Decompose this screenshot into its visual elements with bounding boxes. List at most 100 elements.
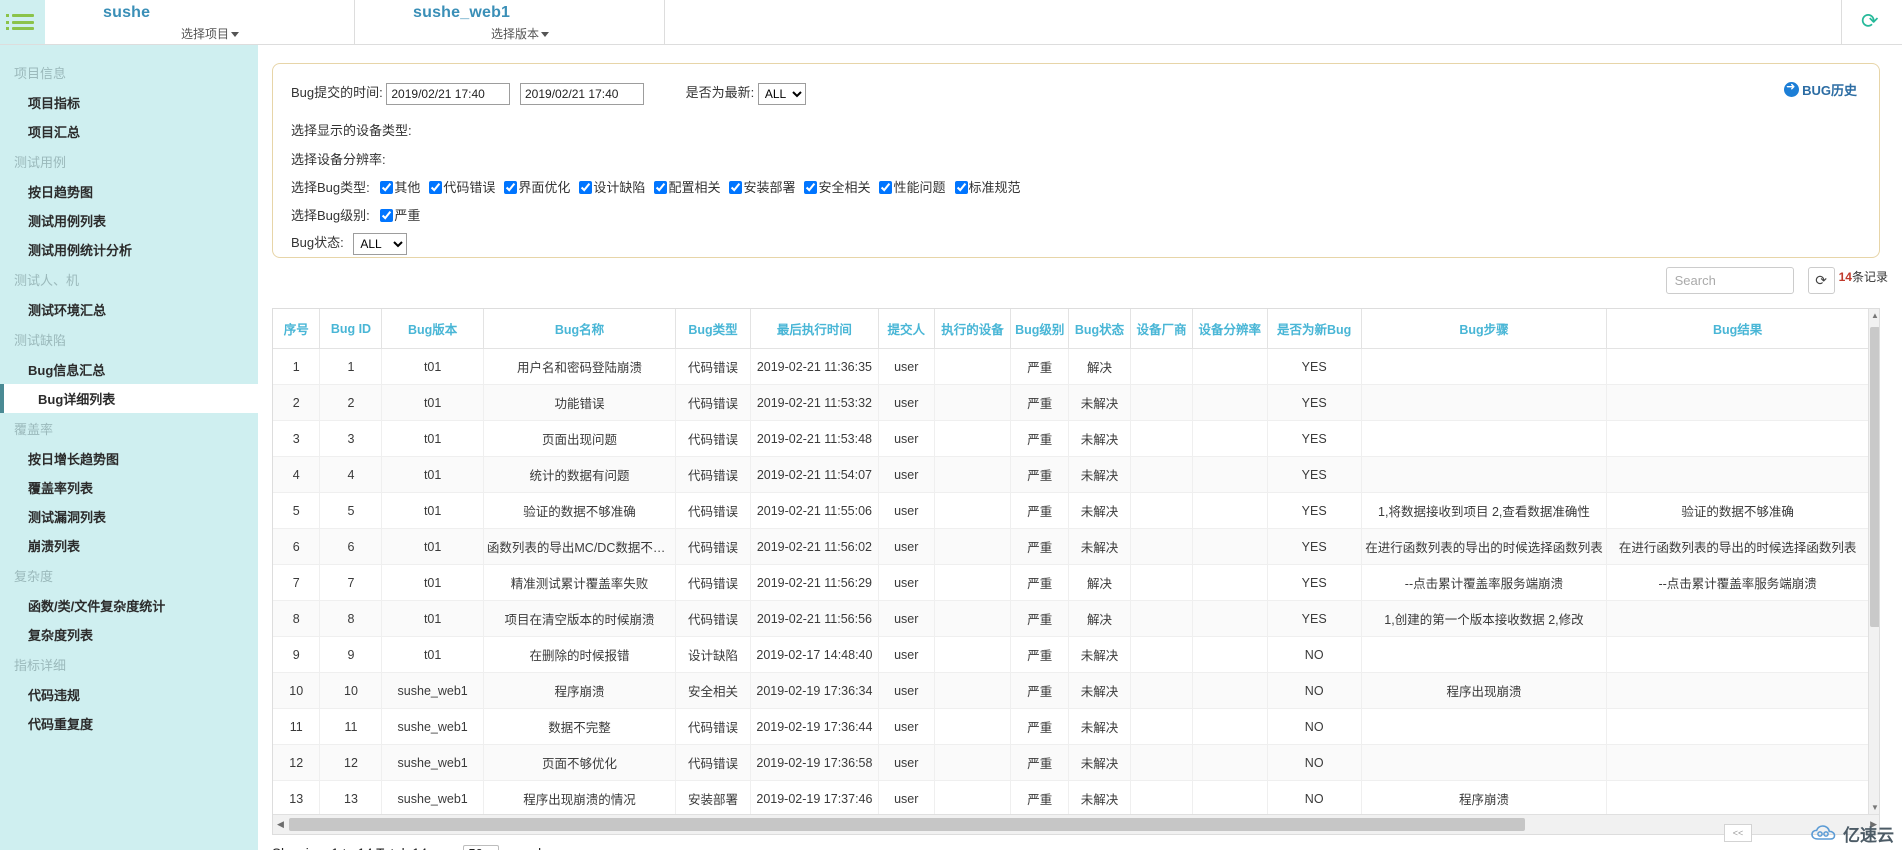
bug-type-0[interactable]: 其他 <box>380 177 420 196</box>
cell-1-4: 代码错误 <box>675 384 751 421</box>
table-horizontal-scrollbar[interactable]: ◀ ▶ <box>273 814 1879 834</box>
sidebar-item-6-0[interactable]: 代码违规 <box>0 680 258 709</box>
is-latest-select[interactable]: ALL <box>757 82 806 105</box>
bug-type-checkbox-1[interactable] <box>429 181 443 194</box>
column-header-4[interactable]: Bug类型 <box>675 309 751 349</box>
sidebar-item-4-1[interactable]: 覆盖率列表 <box>0 473 258 502</box>
table-row[interactable]: 6 6 t01 函数列表的导出MC/DC数据不正确 代码错误 2019-02-21 11:… <box>273 528 1869 565</box>
table-row[interactable]: 5 5 t01 验证的数据不够准确 代码错误 2019-02-21 11:55:06 use… <box>273 492 1869 529</box>
bug-type-checkbox-3[interactable] <box>579 181 593 194</box>
sidebar-item-4-0[interactable]: 按日增长趋势图 <box>0 444 258 473</box>
cell-9-3: 程序崩溃 <box>483 672 677 709</box>
column-header-9[interactable]: Bug状态 <box>1068 309 1131 349</box>
column-header-12[interactable]: 是否为新Bug <box>1267 309 1362 349</box>
column-header-3[interactable]: Bug名称 <box>483 309 677 349</box>
bug-type-8[interactable]: 标准规范 <box>954 177 1021 196</box>
cell-6-6: user <box>878 564 935 601</box>
sidebar-item-5-0[interactable]: 函数/类/文件复杂度统计 <box>0 591 258 620</box>
cell-8-11 <box>1192 636 1268 673</box>
bug-type-5[interactable]: 安装部署 <box>729 177 795 196</box>
bug-type-7[interactable]: 性能问题 <box>879 177 946 196</box>
column-header-8[interactable]: Bug级别 <box>1010 309 1070 349</box>
sidebar-item-4-3[interactable]: 崩溃列表 <box>0 531 258 560</box>
project-selector[interactable]: sushe 选择项目 <box>45 0 355 44</box>
sidebar-item-4-2[interactable]: 测试漏洞列表 <box>0 502 258 531</box>
horizontal-scroll-thumb[interactable] <box>289 818 1525 831</box>
column-header-5[interactable]: 最后执行时间 <box>750 309 879 349</box>
chat-toggle-button[interactable]: << <box>1724 824 1752 842</box>
sidebar-item-3-1[interactable]: Bug详细列表 <box>0 384 258 413</box>
hamburger-menu-button[interactable] <box>0 0 45 44</box>
cell-3-10 <box>1130 456 1193 493</box>
date-to-input[interactable] <box>520 82 644 105</box>
table-row[interactable]: 8 8 t01 项目在清空版本的时候崩溃 代码错误 2019-02-21 11:56:56… <box>273 600 1869 637</box>
bug-type-6[interactable]: 安全相关 <box>804 177 870 196</box>
column-header-14[interactable]: Bug结果 <box>1606 309 1869 349</box>
page-size-selector[interactable]: 50 <box>463 845 499 850</box>
version-selector[interactable]: sushe_web1 选择版本 <box>355 0 665 44</box>
table-row[interactable]: 10 10 sushe_web1 程序崩溃 安全相关 2019-02-19 17:36:3… <box>273 672 1869 709</box>
table-row[interactable]: 2 2 t01 功能错误 代码错误 2019-02-21 11:53:32 user 严重 未解… <box>273 384 1869 421</box>
column-header-10[interactable]: 设备厂商 <box>1130 309 1193 349</box>
bug-type-checkbox-8[interactable] <box>954 181 968 194</box>
cell-11-13 <box>1361 744 1608 781</box>
sidebar-item-0-1[interactable]: 项目汇总 <box>0 117 258 146</box>
bug-history-link[interactable]: BUG历史 <box>1784 80 1857 99</box>
cell-3-0: 4 <box>273 456 321 493</box>
cell-12-6: user <box>878 780 935 814</box>
table-row[interactable]: 11 11 sushe_web1 数据不完整 代码错误 2019-02-19 17:36:… <box>273 708 1869 745</box>
bug-type-2[interactable]: 界面优化 <box>504 177 570 196</box>
project-selector-label: 选择项目 <box>181 25 240 42</box>
column-header-1[interactable]: Bug ID <box>319 309 383 349</box>
sidebar-item-6-1[interactable]: 代码重复度 <box>0 709 258 738</box>
refresh-icon: ⟳ <box>1815 272 1827 288</box>
date-from-input[interactable] <box>386 82 511 105</box>
bug-type-4[interactable]: 配置相关 <box>654 177 720 196</box>
cell-0-11 <box>1192 348 1268 385</box>
column-header-0[interactable]: 序号 <box>273 309 321 349</box>
bug-type-3[interactable]: 设计缺陷 <box>579 177 645 196</box>
column-header-11[interactable]: 设备分辨率 <box>1192 309 1268 349</box>
bug-type-label-7: 性能问题 <box>893 180 946 195</box>
filter-row-bug-level: 选择Bug级别: 严重 <box>291 205 429 224</box>
column-header-7[interactable]: 执行的设备 <box>934 309 1012 349</box>
table-vertical-scrollbar[interactable]: ▲ ▼ <box>1868 309 1879 814</box>
vertical-scroll-thumb[interactable] <box>1870 327 1879 627</box>
table-row[interactable]: 1 1 t01 用户名和密码登陆崩溃 代码错误 2019-02-21 11:36:35 us… <box>273 348 1869 385</box>
table-refresh-button[interactable]: ⟳ <box>1807 267 1835 294</box>
sidebar-item-3-0[interactable]: Bug信息汇总 <box>0 355 258 384</box>
bug-level-checkbox-0[interactable] <box>380 209 394 222</box>
column-header-13[interactable]: Bug步骤 <box>1361 309 1608 349</box>
sidebar-item-0-0[interactable]: 项目指标 <box>0 88 258 117</box>
bug-type-1[interactable]: 代码错误 <box>429 177 495 196</box>
table-row[interactable]: 13 13 sushe_web1 程序出现崩溃的情况 安装部署 2019-02-19 17… <box>273 780 1869 814</box>
sidebar-item-1-0[interactable]: 按日趋势图 <box>0 177 258 206</box>
column-header-6[interactable]: 提交人 <box>878 309 935 349</box>
sidebar-item-2-0[interactable]: 测试环境汇总 <box>0 295 258 324</box>
bug-type-checkbox-5[interactable] <box>729 181 743 194</box>
table-row[interactable]: 7 7 t01 精准测试累计覆盖率失败 代码错误 2019-02-21 11:56:29 u… <box>273 564 1869 601</box>
table-row[interactable]: 12 12 sushe_web1 页面不够优化 代码错误 2019-02-19 17:36… <box>273 744 1869 781</box>
column-header-2[interactable]: Bug版本 <box>381 309 484 349</box>
bug-type-checkbox-6[interactable] <box>804 181 818 194</box>
bug-type-checkbox-2[interactable] <box>504 181 518 194</box>
sidebar-item-5-1[interactable]: 复杂度列表 <box>0 620 258 649</box>
bug-type-checkbox-0[interactable] <box>380 181 394 194</box>
sidebar-item-1-1[interactable]: 测试用例列表 <box>0 206 258 235</box>
cell-2-1: 3 <box>319 420 383 457</box>
bug-level-0[interactable]: 严重 <box>380 205 420 224</box>
search-input[interactable] <box>1665 267 1794 294</box>
table-row[interactable]: 3 3 t01 页面出现问题 代码错误 2019-02-21 11:53:48 user 严重… <box>273 420 1869 457</box>
bug-type-checkbox-4[interactable] <box>654 181 668 194</box>
table-row[interactable]: 9 9 t01 在删除的时候报错 设计缺陷 2019-02-17 14:48:40 user… <box>273 636 1869 673</box>
bug-status-label: Bug状态: <box>291 235 344 250</box>
table-row[interactable]: 4 4 t01 统计的数据有问题 代码错误 2019-02-21 11:54:07 user… <box>273 456 1869 493</box>
cell-9-10 <box>1130 672 1193 709</box>
topbar-refresh-button[interactable]: ⟳ <box>1842 0 1902 44</box>
sidebar-item-1-2[interactable]: 测试用例统计分析 <box>0 235 258 264</box>
cell-9-0: 10 <box>273 672 321 709</box>
bug-table-scroll[interactable]: 序号 Bug ID Bug版本 Bug名称 Bug类型 最后执行时间 提交人 执行的设备 Bug… <box>273 309 1879 814</box>
bug-type-checkbox-7[interactable] <box>879 181 893 194</box>
scroll-left-icon[interactable]: ◀ <box>277 819 284 830</box>
bug-status-select[interactable]: ALL <box>353 232 408 255</box>
